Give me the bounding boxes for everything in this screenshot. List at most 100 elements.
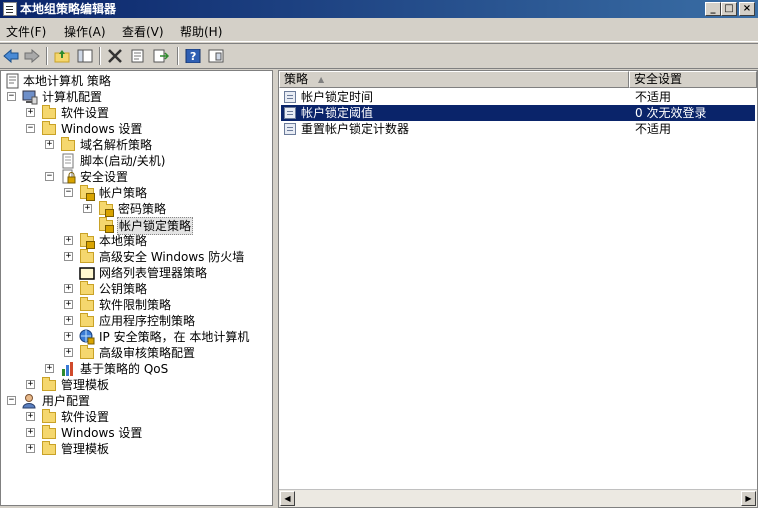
expand-toggle[interactable]: + bbox=[26, 108, 35, 117]
toolbar-separator bbox=[177, 47, 179, 65]
list-item[interactable]: 帐户锁定时间 不适用 bbox=[281, 89, 755, 105]
tree-label: 密码策略 bbox=[118, 202, 167, 216]
policy-name: 帐户锁定阈值 bbox=[301, 106, 374, 120]
tree-label: 本地策略 bbox=[99, 234, 148, 248]
expand-toggle[interactable]: + bbox=[64, 236, 73, 245]
close-button[interactable]: × bbox=[739, 2, 755, 16]
policy-value: 不适用 bbox=[635, 122, 672, 136]
ip-security-icon bbox=[79, 329, 95, 345]
collapse-toggle[interactable]: − bbox=[7, 396, 16, 405]
folder-icon bbox=[41, 441, 57, 457]
menu-bar: 文件(F) 操作(A) 查看(V) 帮助(H) bbox=[0, 19, 758, 42]
policy-setting-icon bbox=[284, 91, 296, 103]
tree-label: Windows 设置 bbox=[61, 426, 143, 440]
collapse-toggle[interactable]: − bbox=[64, 188, 73, 197]
folder-black-icon bbox=[79, 265, 95, 281]
computer-icon bbox=[22, 89, 38, 105]
tree-label: 管理模板 bbox=[61, 378, 110, 392]
policy-setting-icon bbox=[284, 123, 296, 135]
toolbar: ? bbox=[0, 43, 758, 69]
collapse-toggle[interactable]: − bbox=[7, 92, 16, 101]
toolbar-separator bbox=[46, 47, 48, 65]
scroll-left-icon[interactable]: ◀ bbox=[280, 491, 295, 506]
collapse-toggle[interactable]: − bbox=[26, 124, 35, 133]
folder-icon bbox=[41, 121, 57, 137]
toolbar-separator bbox=[99, 47, 101, 65]
column-header-security-setting[interactable]: 安全设置 bbox=[629, 71, 757, 88]
expand-toggle[interactable]: + bbox=[64, 300, 73, 309]
back-arrow-icon[interactable] bbox=[2, 47, 20, 65]
tree-label: Windows 设置 bbox=[61, 122, 143, 136]
menu-action[interactable]: 操作(A) bbox=[64, 23, 106, 40]
list-item[interactable]: 重置帐户锁定计数器 不适用 bbox=[281, 121, 755, 137]
tree-label: 域名解析策略 bbox=[80, 138, 153, 152]
expand-toggle[interactable]: + bbox=[45, 140, 54, 149]
policy-editor-app-icon bbox=[3, 2, 17, 16]
delete-icon[interactable] bbox=[106, 47, 124, 65]
expand-toggle[interactable]: + bbox=[64, 252, 73, 261]
minimize-button[interactable]: _ bbox=[705, 2, 721, 16]
column-header-label: 策略 bbox=[284, 72, 309, 86]
policy-value: 不适用 bbox=[635, 90, 672, 104]
folder-icon bbox=[79, 297, 95, 313]
expand-toggle[interactable]: + bbox=[45, 364, 54, 373]
script-icon bbox=[60, 153, 76, 169]
scroll-right-icon[interactable]: ▶ bbox=[741, 491, 756, 506]
view-pane-icon[interactable] bbox=[207, 47, 225, 65]
computer-policy-icon bbox=[5, 73, 21, 89]
maximize-button[interactable]: □ bbox=[721, 2, 737, 16]
tree-label: 软件限制策略 bbox=[99, 298, 172, 312]
tree-label: 计算机配置 bbox=[42, 90, 103, 104]
tree-label: 应用程序控制策略 bbox=[99, 314, 196, 328]
expand-toggle[interactable]: + bbox=[64, 348, 73, 357]
forward-arrow-icon[interactable] bbox=[23, 47, 41, 65]
tree-label: 高级安全 Windows 防火墙 bbox=[99, 250, 245, 264]
collapse-toggle[interactable]: − bbox=[45, 172, 54, 181]
folder-icon bbox=[41, 105, 57, 121]
svg-text:?: ? bbox=[190, 50, 196, 63]
menu-help[interactable]: 帮助(H) bbox=[180, 23, 222, 40]
expand-toggle[interactable]: + bbox=[26, 428, 35, 437]
title-bar: 本地组策略编辑器 _ □ × bbox=[0, 0, 758, 18]
horizontal-scrollbar[interactable]: ◀ ▶ bbox=[279, 489, 757, 507]
tree-label: 管理模板 bbox=[61, 442, 110, 456]
properties-icon[interactable] bbox=[129, 47, 147, 65]
expand-toggle[interactable]: + bbox=[26, 380, 35, 389]
column-header-policy[interactable]: 策略 ▲ bbox=[279, 71, 629, 88]
tree-label: 用户配置 bbox=[42, 394, 91, 408]
tree-label: 软件设置 bbox=[61, 106, 110, 120]
expand-toggle[interactable]: + bbox=[64, 316, 73, 325]
folder-icon bbox=[60, 137, 76, 153]
up-folder-icon[interactable] bbox=[53, 47, 71, 65]
export-list-icon[interactable] bbox=[152, 47, 170, 65]
help-icon[interactable]: ? bbox=[184, 47, 202, 65]
folder-icon bbox=[41, 409, 57, 425]
expand-toggle[interactable]: + bbox=[83, 204, 92, 213]
tree-label: 脚本(启动/关机) bbox=[80, 154, 166, 168]
expand-toggle[interactable]: + bbox=[64, 284, 73, 293]
details-pane[interactable]: 策略 ▲ 安全设置 帐户锁定时间 不适用 帐户锁定阈值 0 次无效登录 重置帐户… bbox=[278, 70, 758, 508]
folder-icon bbox=[79, 313, 95, 329]
folder-icon bbox=[79, 249, 95, 265]
tree-label: 帐户策略 bbox=[99, 186, 148, 200]
window-title: 本地组策略编辑器 bbox=[20, 2, 117, 16]
folder-lock-icon bbox=[98, 217, 114, 233]
folder-lock-icon bbox=[79, 185, 95, 201]
policy-setting-icon bbox=[284, 107, 296, 119]
tree-label: IP 安全策略，在 本地计算机 bbox=[99, 330, 250, 344]
expand-toggle[interactable]: + bbox=[26, 412, 35, 421]
user-icon bbox=[22, 393, 38, 409]
expand-toggle[interactable]: + bbox=[64, 332, 73, 341]
list-item-selected[interactable]: 帐户锁定阈值 0 次无效登录 bbox=[281, 105, 755, 121]
security-icon bbox=[60, 169, 76, 185]
console-tree-pane[interactable]: 本地计算机 策略 − 计算机配置 + 软件设置 − Windows 设置 + 域… bbox=[0, 70, 273, 506]
menu-view[interactable]: 查看(V) bbox=[122, 23, 164, 40]
tree-label: 高级审核策略配置 bbox=[99, 346, 196, 360]
expand-toggle[interactable]: + bbox=[26, 444, 35, 453]
tree-label: 网络列表管理器策略 bbox=[99, 266, 208, 280]
menu-file[interactable]: 文件(F) bbox=[6, 23, 46, 40]
show-hide-tree-icon[interactable] bbox=[76, 47, 94, 65]
policy-name: 重置帐户锁定计数器 bbox=[301, 122, 410, 136]
folder-icon bbox=[79, 281, 95, 297]
column-header-label: 安全设置 bbox=[634, 72, 683, 86]
